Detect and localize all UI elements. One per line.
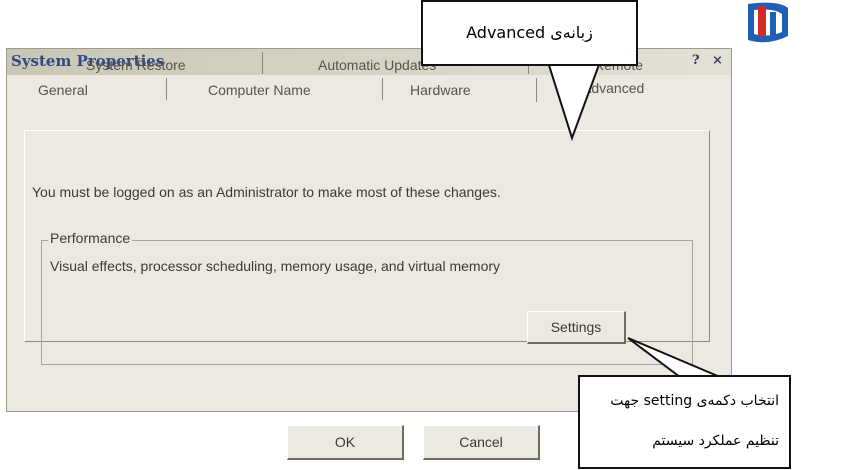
- tab-divider: [536, 78, 537, 102]
- tab-general[interactable]: General: [38, 82, 88, 98]
- tab-hardware[interactable]: Hardware: [410, 82, 471, 98]
- close-button[interactable]: ×: [712, 53, 723, 68]
- cancel-button[interactable]: Cancel: [423, 425, 540, 460]
- tab-computer-name[interactable]: Computer Name: [208, 82, 311, 98]
- admin-notice: You must be logged on as an Administrato…: [32, 184, 501, 200]
- tab-divider: [262, 52, 263, 74]
- settings-callout-line1: انتخاب دکمه‌ی setting جهت: [610, 393, 779, 409]
- logo-icon: [748, 2, 788, 43]
- tab-advanced[interactable]: Advanced: [582, 80, 644, 96]
- tab-automatic-updates[interactable]: Automatic Updates: [318, 57, 436, 73]
- tab-divider: [382, 78, 383, 100]
- ok-button[interactable]: OK: [287, 425, 404, 460]
- help-button[interactable]: ?: [692, 53, 700, 68]
- tab-system-restore[interactable]: System Restore: [86, 57, 186, 73]
- performance-label: Performance: [48, 230, 133, 246]
- settings-button[interactable]: Settings: [527, 311, 626, 344]
- settings-callout-line2: تنظیم عملکرد سیستم: [652, 433, 779, 449]
- tab-callout-box: زبانه‌ی Advanced: [421, 0, 638, 66]
- tab-divider: [166, 78, 167, 100]
- performance-description: Visual effects, processor scheduling, me…: [50, 258, 501, 274]
- settings-callout-box: انتخاب دکمه‌ی setting جهت تنظیم عملکرد س…: [578, 375, 791, 469]
